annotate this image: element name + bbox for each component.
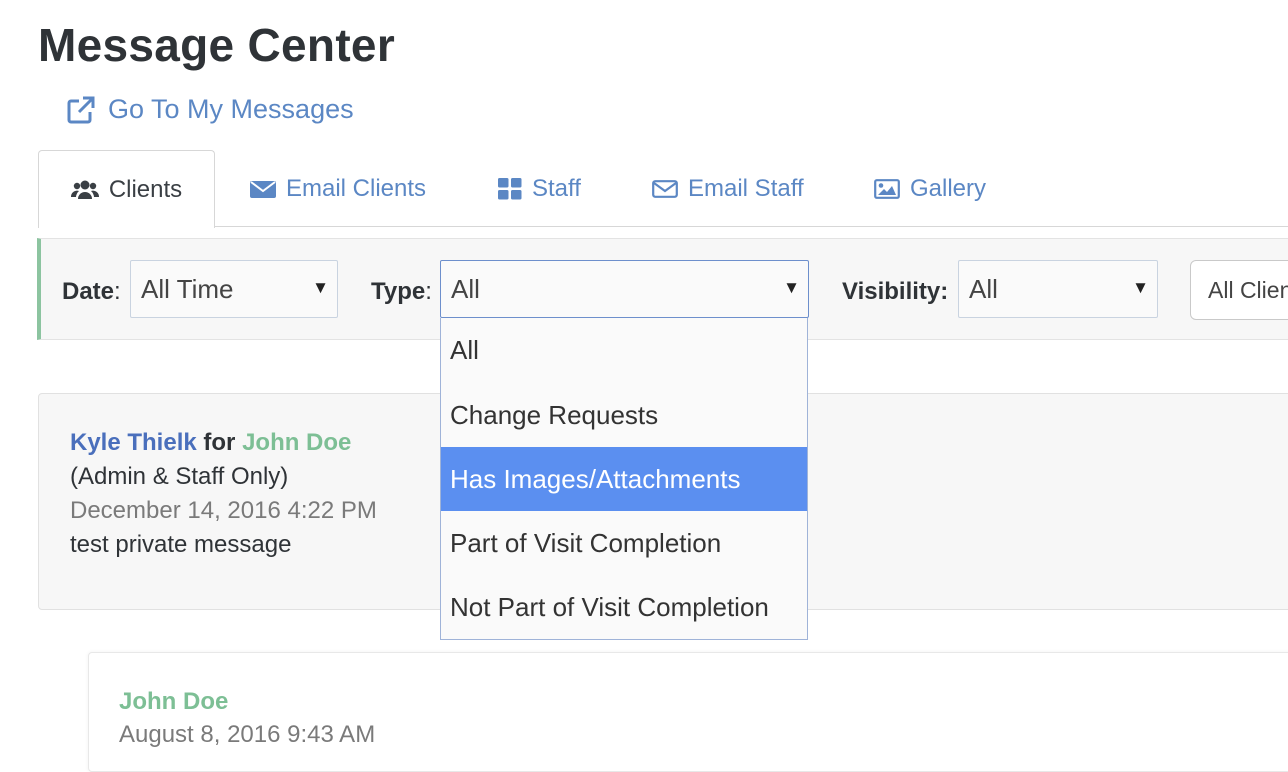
date-filter-value: All Time xyxy=(141,273,234,304)
type-filter-dropdown: All Change Requests Has Images/Attachmen… xyxy=(440,318,808,640)
visibility-filter-select[interactable]: All ▼ xyxy=(958,260,1158,318)
tab-email-staff[interactable]: Email Staff xyxy=(652,150,804,227)
message-author[interactable]: John Doe xyxy=(119,688,228,716)
type-option-all[interactable]: All xyxy=(441,318,807,383)
message-connector: for xyxy=(203,429,236,456)
clients-filter-value: All Clients xyxy=(1208,276,1288,303)
tab-email-clients[interactable]: Email Clients xyxy=(250,150,426,227)
message-timestamp: August 8, 2016 9:43 AM xyxy=(119,721,376,748)
message-visibility-note: (Admin & Staff Only) xyxy=(70,463,289,490)
envelope-icon xyxy=(250,180,276,198)
type-option-has-images-attachments[interactable]: Has Images/Attachments xyxy=(441,447,807,511)
tab-gallery[interactable]: Gallery xyxy=(874,150,986,227)
tab-clients-label: Clients xyxy=(108,175,183,203)
envelope-outline-icon xyxy=(652,179,678,198)
message-timestamp: December 14, 2016 4:22 PM xyxy=(70,497,377,524)
image-icon xyxy=(874,178,900,199)
tab-email-staff-label: Email Staff xyxy=(688,174,804,202)
go-to-my-messages-link[interactable]: Go To My Messages xyxy=(66,94,354,125)
go-to-my-messages-label: Go To My Messages xyxy=(108,94,354,124)
date-filter-label: Date: xyxy=(62,278,121,305)
message-header: Kyle Thielk for John Doe xyxy=(70,429,351,457)
message-body: test private message xyxy=(70,531,292,558)
page-title: Message Center xyxy=(38,19,396,71)
visibility-filter-value: All xyxy=(969,273,998,304)
external-link-icon xyxy=(67,96,95,123)
users-icon xyxy=(70,180,99,199)
chevron-down-icon: ▼ xyxy=(312,278,329,297)
chevron-down-icon: ▼ xyxy=(783,278,800,297)
message-recipient[interactable]: John Doe xyxy=(242,429,351,456)
tab-gallery-label: Gallery xyxy=(910,174,987,202)
type-filter-select[interactable]: All ▼ xyxy=(440,260,809,318)
clients-filter-select[interactable]: All Clients xyxy=(1190,260,1288,320)
tab-email-clients-label: Email Clients xyxy=(286,174,427,202)
tab-clients[interactable]: Clients xyxy=(38,150,215,228)
visibility-filter-label: Visibility: xyxy=(842,278,949,305)
chevron-down-icon: ▼ xyxy=(1132,278,1149,297)
tab-staff[interactable]: Staff xyxy=(498,150,581,227)
grid-icon xyxy=(498,177,522,199)
type-filter-label: Type: xyxy=(371,278,432,305)
message-author[interactable]: Kyle Thielk xyxy=(70,429,197,456)
type-option-not-part-of-visit-completion[interactable]: Not Part of Visit Completion xyxy=(441,575,807,639)
type-filter-value: All xyxy=(451,273,480,304)
message-tabs: Clients Email Clients Staff Email Staff … xyxy=(38,150,1288,228)
type-option-part-of-visit-completion[interactable]: Part of Visit Completion xyxy=(441,511,807,575)
type-option-change-requests[interactable]: Change Requests xyxy=(441,383,807,447)
tab-staff-label: Staff xyxy=(532,174,581,202)
date-filter-select[interactable]: All Time ▼ xyxy=(130,260,338,318)
message-card: John Doe August 8, 2016 9:43 AM xyxy=(88,652,1288,772)
